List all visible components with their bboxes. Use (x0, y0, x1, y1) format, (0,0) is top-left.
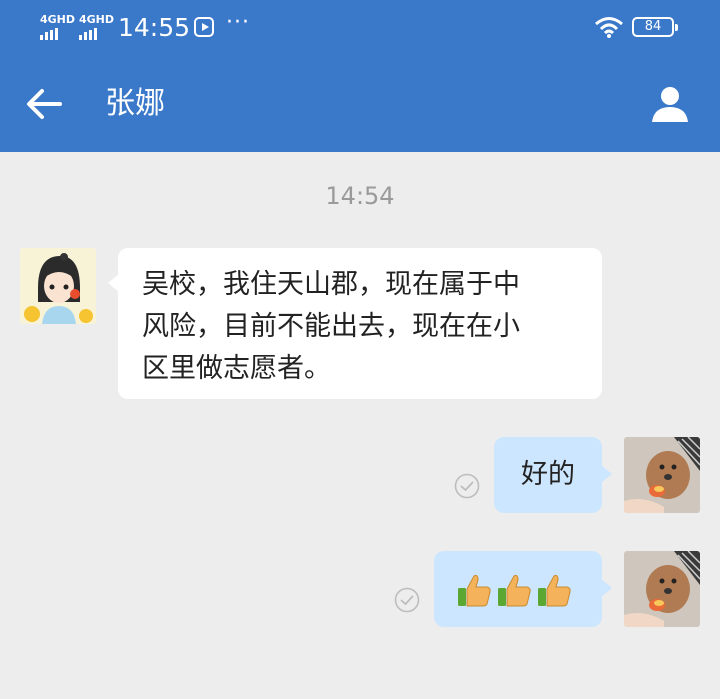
thumbs-up-icon (538, 574, 571, 606)
signal-indicator-2: 4GHD (79, 14, 114, 40)
chat-title: 张娜 (105, 86, 165, 121)
signal-label-1: 4GHD (40, 13, 76, 26)
thumbs-up-icon (458, 574, 491, 606)
my-avatar[interactable] (624, 551, 700, 627)
dog-photo-avatar-icon (624, 551, 700, 627)
outgoing-message-bubble[interactable]: 好的 (494, 437, 612, 513)
signal-bars-icon (79, 28, 114, 40)
back-arrow-icon[interactable] (22, 82, 66, 126)
nav-bar: 张娜 (0, 56, 720, 152)
more-notifications-icon: ··· (226, 10, 250, 35)
battery-icon: 84 (632, 17, 678, 37)
media-play-icon (194, 17, 214, 37)
signal-label-2: 4GHD (79, 13, 115, 26)
message-line: 风险，目前不能出去，现在在小 (142, 311, 520, 342)
app-header: 4GHD 4GHD 14:55 ··· 84 张娜 (0, 0, 720, 152)
user-profile-icon[interactable] (648, 82, 692, 126)
dog-photo-avatar-icon (624, 437, 700, 513)
status-bar: 4GHD 4GHD 14:55 ··· 84 (0, 0, 720, 56)
incoming-message-bubble[interactable]: 吴校，我住天山郡，现在属于中 风险，目前不能出去，现在在小 区里做志愿者。 (108, 248, 602, 399)
wifi-icon (595, 17, 623, 38)
message-timestamp: 14:54 (325, 182, 395, 210)
message-line: 区里做志愿者。 (142, 353, 331, 384)
outgoing-emoji-bubble[interactable]: 👍👍👍 (434, 551, 612, 627)
thumbs-up-icon (498, 574, 531, 606)
cartoon-girl-avatar-icon (20, 248, 96, 324)
my-avatar[interactable] (624, 437, 700, 513)
signal-indicator-1: 4GHD (40, 14, 75, 40)
message-text: 好的 (521, 459, 575, 490)
read-receipt-check-icon (454, 473, 480, 499)
contact-avatar[interactable] (20, 248, 96, 324)
read-receipt-check-icon (394, 587, 420, 613)
signal-bars-icon (40, 28, 75, 40)
status-time: 14:55 (118, 13, 191, 42)
message-line: 吴校，我住天山郡，现在属于中 (142, 269, 520, 300)
